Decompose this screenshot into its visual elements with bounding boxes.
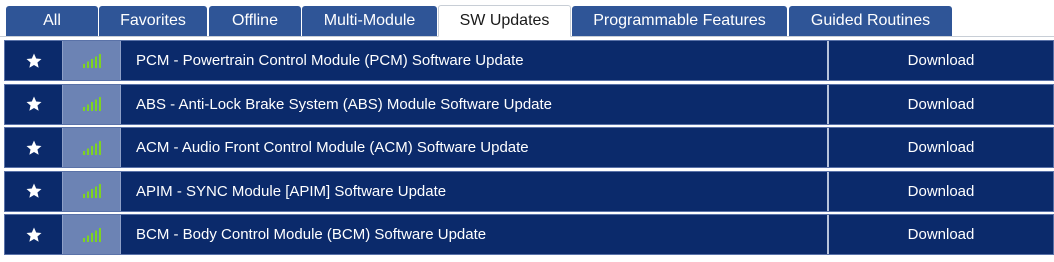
signal-cell [63, 84, 121, 124]
download-button[interactable]: Download [829, 85, 1053, 124]
signal-bars-icon [82, 227, 101, 242]
module-name: APIM - SYNC Module [APIM] Software Updat… [121, 171, 829, 211]
favorite-toggle[interactable] [5, 84, 63, 124]
download-button[interactable]: Download [829, 215, 1053, 254]
tab-bar: All Favorites Offline Multi-Module SW Up… [0, 0, 1054, 37]
star-icon [26, 227, 41, 242]
tab-all[interactable]: All [6, 6, 98, 36]
download-button[interactable]: Download [829, 41, 1053, 80]
signal-cell [63, 171, 121, 211]
download-button[interactable]: Download [829, 128, 1053, 167]
tab-offline[interactable]: Offline [209, 6, 301, 36]
star-icon [26, 96, 41, 111]
table-row: PCM - Powertrain Control Module (PCM) So… [4, 40, 1054, 81]
download-button[interactable]: Download [829, 172, 1053, 211]
module-name: ABS - Anti-Lock Brake System (ABS) Modul… [121, 84, 829, 124]
signal-bars-icon [82, 140, 101, 155]
star-icon [26, 53, 41, 68]
tab-multi-module[interactable]: Multi-Module [302, 6, 437, 36]
tab-programmable-features[interactable]: Programmable Features [572, 6, 787, 36]
tab-guided-routines[interactable]: Guided Routines [789, 6, 952, 36]
table-row: ABS - Anti-Lock Brake System (ABS) Modul… [4, 83, 1054, 125]
favorite-toggle[interactable] [5, 215, 63, 254]
star-icon [26, 140, 41, 155]
table-row: ACM - Audio Front Control Module (ACM) S… [4, 127, 1054, 168]
star-icon [26, 183, 41, 198]
tab-favorites[interactable]: Favorites [99, 6, 207, 36]
favorite-toggle[interactable] [5, 41, 63, 80]
signal-bars-icon [82, 53, 101, 68]
signal-bars-icon [82, 184, 101, 198]
module-name: PCM - Powertrain Control Module (PCM) So… [121, 41, 829, 80]
favorite-toggle[interactable] [5, 171, 63, 211]
module-name: ACM - Audio Front Control Module (ACM) S… [121, 128, 829, 167]
signal-cell [63, 215, 121, 254]
signal-bars-icon [82, 97, 101, 111]
favorite-toggle[interactable] [5, 128, 63, 167]
module-name: BCM - Body Control Module (BCM) Software… [121, 215, 829, 254]
signal-cell [63, 128, 121, 167]
sw-updates-table: PCM - Powertrain Control Module (PCM) So… [4, 40, 1054, 258]
signal-cell [63, 41, 121, 80]
tab-sw-updates[interactable]: SW Updates [438, 5, 571, 37]
table-row: BCM - Body Control Module (BCM) Software… [4, 214, 1054, 255]
table-row: APIM - SYNC Module [APIM] Software Updat… [4, 170, 1054, 212]
